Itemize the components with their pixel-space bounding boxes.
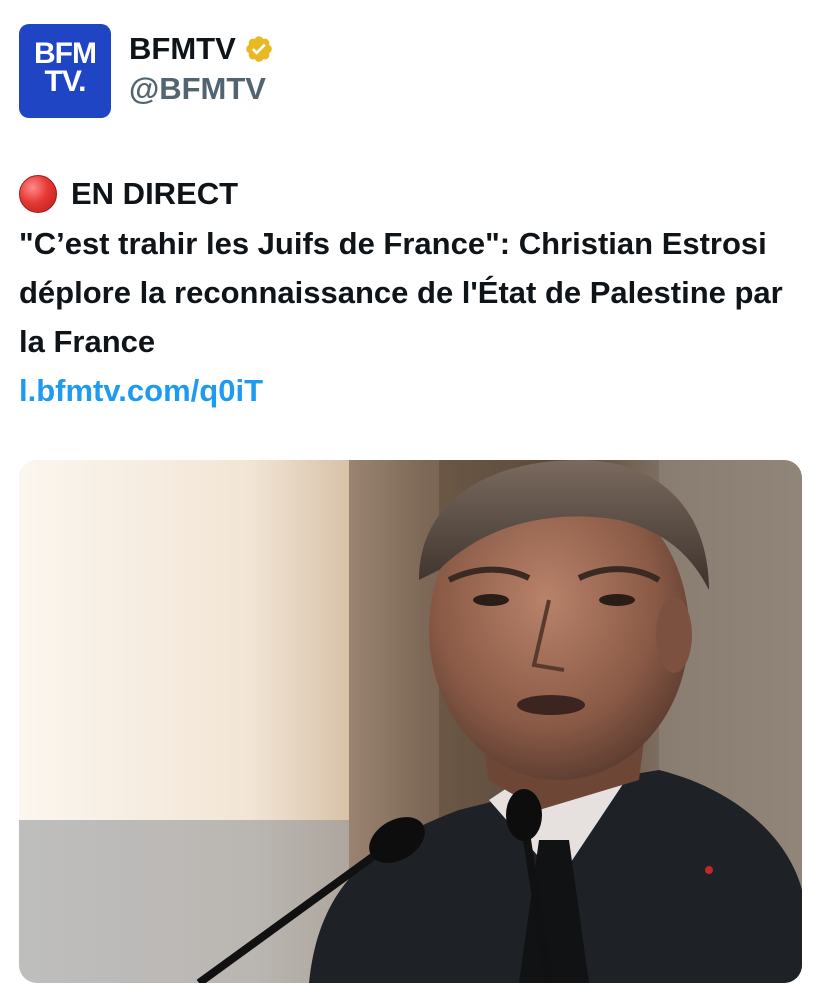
headline: "C’est trahir les Juifs de France": Chri…: [19, 226, 783, 359]
display-name[interactable]: BFMTV: [129, 30, 236, 68]
display-name-row[interactable]: BFMTV: [129, 30, 274, 68]
verified-icon: [245, 36, 272, 62]
live-label: EN DIRECT: [71, 176, 239, 211]
avatar-logo: BFM TV.: [19, 37, 111, 98]
avatar-logo-line1: BFM: [34, 37, 97, 70]
article-link[interactable]: l.bfmtv.com/q0iT: [19, 366, 263, 416]
avatar-logo-line2: TV.: [44, 65, 87, 98]
live-line: EN DIRECT: [19, 172, 809, 216]
red-circle-icon: [19, 175, 57, 213]
tweet-body: EN DIRECT "C’est trahir les Juifs de Fra…: [19, 172, 809, 416]
avatar[interactable]: BFM TV.: [19, 24, 111, 118]
photo-illustration: [19, 460, 802, 983]
author-block: BFMTV @BFMTV: [129, 30, 274, 108]
news-photo[interactable]: [19, 460, 802, 983]
handle[interactable]: @BFMTV: [129, 70, 274, 108]
